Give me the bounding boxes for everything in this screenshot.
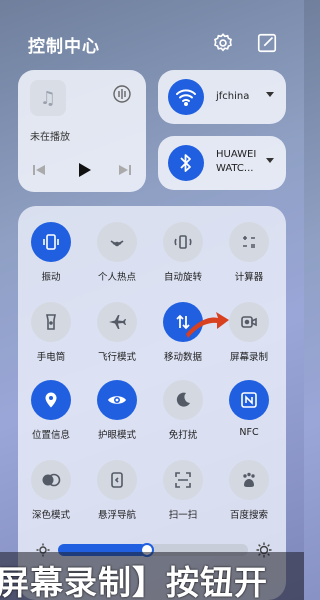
- toggle-tile[interactable]: 护眼模式: [84, 380, 150, 441]
- toggle-tile-label: 百度搜索: [229, 510, 268, 521]
- control-center-header: 控制中心: [28, 30, 288, 58]
- location-icon[interactable]: [31, 380, 71, 420]
- music-note-icon: ♫: [30, 80, 66, 116]
- toggle-tile-label: 自动旋转: [163, 272, 202, 283]
- eye-icon[interactable]: [97, 380, 137, 420]
- toggle-tile-label: 护眼模式: [97, 430, 136, 441]
- calculator-icon[interactable]: [229, 222, 269, 262]
- toggle-tile-label: 振动: [41, 272, 61, 283]
- scan-icon[interactable]: [163, 460, 203, 500]
- nfc-icon[interactable]: [229, 380, 269, 420]
- toggle-tile[interactable]: 悬浮导航: [84, 460, 150, 521]
- wifi-icon[interactable]: [168, 79, 204, 115]
- rotate-icon[interactable]: [163, 222, 203, 262]
- media-player-card[interactable]: ♫ 未在播放: [18, 70, 146, 192]
- settings-gear-icon[interactable]: [212, 32, 234, 54]
- bluetooth-device-name-line1: HUAWEI: [216, 149, 257, 160]
- airplane-icon[interactable]: [97, 302, 137, 342]
- bluetooth-device-name-line2: WATC...: [216, 163, 254, 174]
- screen-record-icon[interactable]: [229, 302, 269, 342]
- toggle-tile[interactable]: 个人热点: [84, 222, 150, 283]
- toggle-tile[interactable]: 自动旋转: [150, 222, 216, 283]
- edit-icon[interactable]: [256, 32, 278, 54]
- vibrate-icon[interactable]: [31, 222, 71, 262]
- flashlight-icon[interactable]: [31, 302, 71, 342]
- now-playing-text: 未在播放: [30, 132, 70, 143]
- toggle-tile[interactable]: 振动: [18, 222, 84, 283]
- baidu-icon[interactable]: [229, 460, 269, 500]
- toggle-tile[interactable]: 百度搜索: [216, 460, 282, 521]
- toggle-tile-label: 个人热点: [97, 272, 136, 283]
- audio-cast-icon[interactable]: [112, 84, 132, 104]
- moon-icon[interactable]: [163, 380, 203, 420]
- toggle-tile-label: 扫一扫: [168, 510, 198, 521]
- toggle-tile-label: 移动数据: [163, 352, 202, 363]
- video-caption-text: 屏幕录制】按钮开: [0, 563, 268, 600]
- next-track-icon[interactable]: [118, 162, 132, 181]
- page-title: 控制中心: [28, 37, 100, 57]
- wifi-card[interactable]: jfchina: [158, 70, 286, 124]
- toggle-tile-label: 飞行模式: [97, 352, 136, 363]
- toggle-tile-label: 屏幕录制: [229, 352, 268, 363]
- wifi-dropdown-caret[interactable]: [266, 92, 274, 97]
- toggle-tile[interactable]: 深色模式: [18, 460, 84, 521]
- play-icon[interactable]: [76, 162, 92, 182]
- previous-track-icon[interactable]: [32, 162, 46, 181]
- float-nav-icon[interactable]: [97, 460, 137, 500]
- toggle-tile[interactable]: 扫一扫: [150, 460, 216, 521]
- toggle-tile-label: NFC: [239, 427, 259, 438]
- toggle-tile-label: 手电筒: [36, 352, 66, 363]
- toggle-tile[interactable]: 计算器: [216, 222, 282, 283]
- toggle-tile-label: 位置信息: [31, 430, 70, 441]
- bluetooth-card[interactable]: HUAWEI WATC...: [158, 136, 286, 190]
- hotspot-icon[interactable]: [97, 222, 137, 262]
- toggle-tile-label: 深色模式: [31, 510, 70, 521]
- toggle-tile[interactable]: 免打扰: [150, 380, 216, 441]
- annotation-arrow-icon: [184, 308, 230, 340]
- toggle-tile[interactable]: 手电筒: [18, 302, 84, 363]
- toggle-tile-label: 免打扰: [168, 430, 198, 441]
- toggle-tile-label: 悬浮导航: [97, 510, 136, 521]
- video-caption-bar: 屏幕录制】按钮开: [0, 552, 304, 600]
- toggle-tile-label: 计算器: [234, 272, 264, 283]
- wifi-network-name: jfchina: [216, 91, 250, 102]
- toggle-tile[interactable]: 飞行模式: [84, 302, 150, 363]
- dark-mode-icon[interactable]: [31, 460, 71, 500]
- bluetooth-dropdown-caret[interactable]: [266, 158, 274, 163]
- bluetooth-icon[interactable]: [168, 145, 204, 181]
- toggle-tile[interactable]: NFC: [216, 380, 282, 438]
- toggle-tile[interactable]: 位置信息: [18, 380, 84, 441]
